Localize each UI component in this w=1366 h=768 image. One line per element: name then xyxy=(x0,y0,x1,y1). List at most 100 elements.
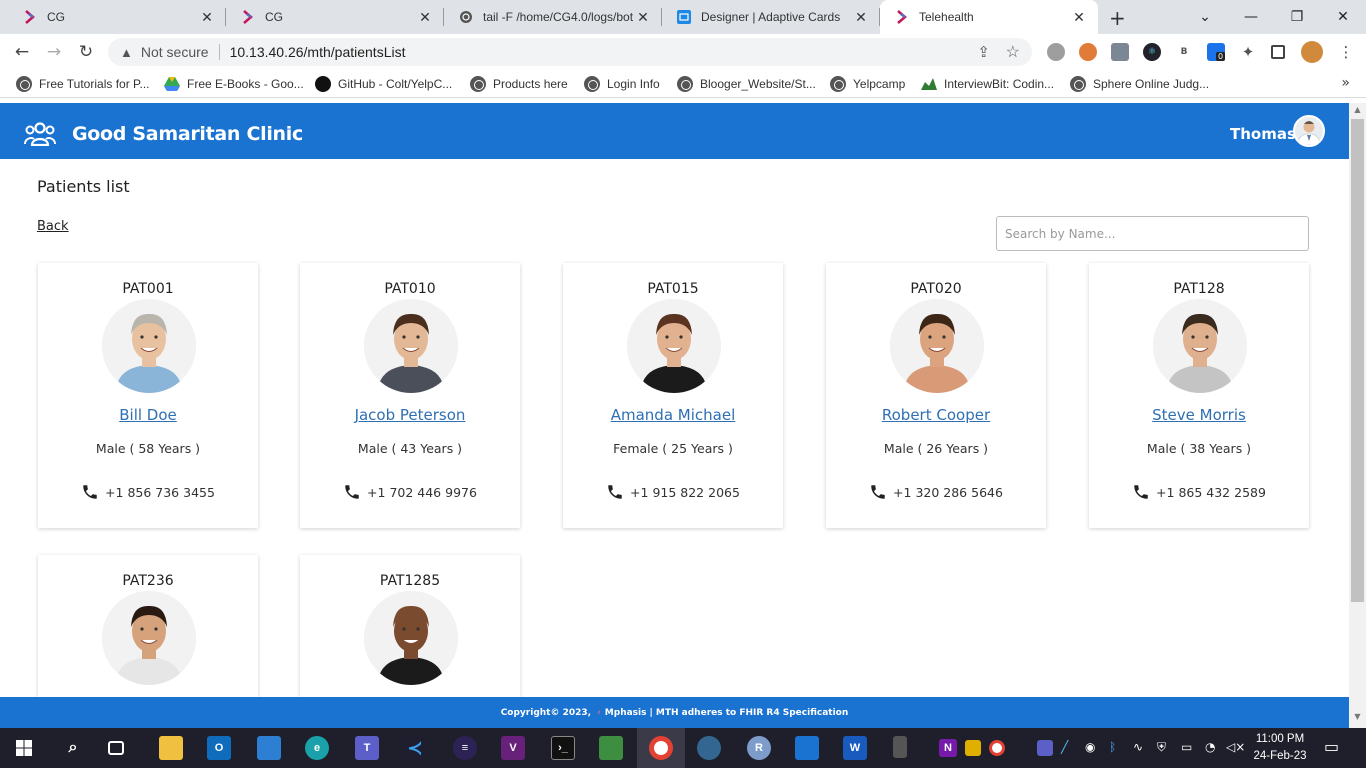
onenote-tray-icon[interactable]: N xyxy=(939,739,957,757)
bookmark-item[interactable]: Sphere Online Judg... xyxy=(1070,75,1209,93)
battery-icon[interactable]: ▭ xyxy=(1181,740,1192,754)
patient-card[interactable]: PAT015 Amanda Michael Female ( 25 Years ) +… xyxy=(563,263,783,528)
security-shield-icon[interactable] xyxy=(795,736,819,760)
user-name[interactable]: Thomas xyxy=(1230,125,1296,143)
address-bar[interactable]: ▲ Not secure 10.13.40.26/mth/patientsLis… xyxy=(108,38,1032,66)
maximize-button[interactable]: ❐ xyxy=(1274,0,1320,34)
page-scrollbar[interactable]: ▲ ▼ xyxy=(1349,103,1366,728)
shield-tray-icon[interactable]: ◉ xyxy=(1085,740,1095,754)
bookmark-item[interactable]: InterviewBit: Codin... xyxy=(921,75,1054,93)
patient-photo xyxy=(890,299,984,393)
scrollbar-thumb[interactable] xyxy=(1351,119,1364,602)
notification-icon[interactable]: ▭ xyxy=(1324,737,1339,756)
patient-phone: +1 702 446 9976 xyxy=(300,483,520,501)
back-link[interactable]: Back xyxy=(37,219,69,234)
search-icon[interactable]: ⌕ xyxy=(61,736,85,760)
bookmark-item[interactable]: Login Info xyxy=(584,75,660,93)
patient-name-link[interactable]: Steve Morris xyxy=(1089,406,1309,424)
eclipse-icon[interactable]: ≡ xyxy=(453,736,477,760)
patient-card[interactable]: PAT020 Robert Cooper Male ( 26 Years ) +1 3… xyxy=(826,263,1046,528)
menu-kebab-icon[interactable]: ⋮ xyxy=(1337,43,1355,61)
search-by-name-input[interactable] xyxy=(996,216,1309,251)
teams-tray-icon[interactable] xyxy=(1037,740,1053,756)
extension-b-icon[interactable]: B xyxy=(1175,43,1193,61)
chrome-tray-icon[interactable] xyxy=(989,740,1005,756)
patient-card[interactable]: PAT236 xyxy=(38,555,258,697)
patient-name-link[interactable]: Amanda Michael xyxy=(563,406,783,424)
share-icon[interactable]: ⇪ xyxy=(977,43,990,61)
close-tab-icon[interactable]: ✕ xyxy=(634,9,652,26)
back-arrow-icon[interactable]: ← xyxy=(12,42,32,62)
edge-icon[interactable]: e xyxy=(305,736,329,760)
browser-tab[interactable]: CG ✕ xyxy=(8,0,226,34)
profile-avatar-icon[interactable] xyxy=(1301,41,1323,63)
word-icon[interactable]: W xyxy=(843,736,867,760)
terminal-icon[interactable]: ›_ xyxy=(551,736,575,760)
minimize-button[interactable]: — xyxy=(1228,0,1274,34)
browser-tab[interactable]: CG ✕ xyxy=(226,0,444,34)
defender-tray-icon[interactable]: ⛨ xyxy=(1157,740,1166,755)
pen-tray-icon[interactable]: ╱ xyxy=(1061,740,1068,754)
security-label[interactable]: Not secure xyxy=(141,44,209,60)
outlook-icon[interactable]: O xyxy=(207,736,231,760)
close-tab-icon[interactable]: ✕ xyxy=(852,9,870,26)
scroll-up-arrow-icon[interactable]: ▲ xyxy=(1349,105,1366,119)
patient-name-link[interactable]: Robert Cooper xyxy=(826,406,1046,424)
patient-name-link[interactable]: Jacob Peterson xyxy=(300,406,520,424)
reload-icon[interactable]: ↻ xyxy=(76,42,96,62)
bookmark-item[interactable]: Free Tutorials for P... xyxy=(16,75,150,93)
tab-search-icon[interactable]: ⌄ xyxy=(1182,0,1228,34)
r-icon[interactable]: R xyxy=(747,736,771,760)
chart-app-icon[interactable] xyxy=(599,736,623,760)
close-window-button[interactable]: ✕ xyxy=(1320,0,1366,34)
close-tab-icon[interactable]: ✕ xyxy=(1070,9,1088,26)
bookmarks-overflow-icon[interactable]: » xyxy=(1341,75,1350,91)
bookmark-item[interactable]: Free E-Books - Goo... xyxy=(164,75,304,93)
patient-phone-number: +1 702 446 9976 xyxy=(367,484,477,500)
browser-tab[interactable]: Designer | Adaptive Cards ✕ xyxy=(662,0,880,34)
extension-orange-icon[interactable] xyxy=(1079,43,1097,61)
wifi-icon[interactable]: ◔ xyxy=(1205,740,1215,754)
patient-card[interactable]: PAT128 Steve Morris Male ( 38 Years ) +1 86… xyxy=(1089,263,1309,528)
remote-desktop-icon[interactable] xyxy=(257,736,281,760)
patient-phone: +1 320 286 5646 xyxy=(826,483,1046,501)
user-avatar[interactable] xyxy=(1293,115,1325,147)
extension-image-icon[interactable] xyxy=(1111,43,1129,61)
forward-arrow-icon[interactable]: → xyxy=(44,42,64,62)
bookmark-item[interactable]: Yelpcamp xyxy=(830,75,905,93)
chrome-icon[interactable] xyxy=(649,736,673,760)
browser-tab[interactable]: tail -F /home/CG4.0/logs/bot ✕ xyxy=(444,0,662,34)
system-clock[interactable]: 11:00 PM 24-Feb-23 xyxy=(1250,731,1310,765)
bookmark-item[interactable]: Products here xyxy=(470,75,568,93)
browser-tab[interactable]: Telehealth ✕ xyxy=(880,0,1098,34)
extension-grey-icon[interactable] xyxy=(1047,43,1065,61)
close-tab-icon[interactable]: ✕ xyxy=(416,9,434,26)
device-icon[interactable] xyxy=(893,736,907,758)
teams-icon[interactable]: T xyxy=(355,736,379,760)
extensions-puzzle-icon[interactable]: ✦ xyxy=(1239,43,1257,61)
react-devtools-icon[interactable]: ⚛ xyxy=(1143,43,1161,61)
pulse-tray-icon[interactable]: ∿ xyxy=(1133,740,1143,754)
bookmark-item[interactable]: Blooger_Website/St... xyxy=(677,75,816,93)
patient-name-link[interactable]: Bill Doe xyxy=(38,406,258,424)
url-text[interactable]: 10.13.40.26/mth/patientsList xyxy=(230,44,406,60)
new-tab-button[interactable]: + xyxy=(1109,6,1126,30)
visual-studio-icon[interactable]: V xyxy=(501,736,525,760)
side-panel-icon[interactable] xyxy=(1271,45,1285,59)
bluetooth-icon[interactable]: ᛒ xyxy=(1109,740,1116,754)
vscode-icon[interactable]: ≺ xyxy=(403,736,427,760)
tray-yellow-icon[interactable] xyxy=(965,740,981,756)
patient-card[interactable]: PAT001 Bill Doe Male ( 58 Years ) +1 856 73… xyxy=(38,263,258,528)
postgres-icon[interactable] xyxy=(697,736,721,760)
extension-badge-icon[interactable]: 0 xyxy=(1207,43,1226,61)
windows-start-icon[interactable] xyxy=(16,740,32,756)
patient-card[interactable]: PAT010 Jacob Peterson Male ( 43 Years ) +1 … xyxy=(300,263,520,528)
file-explorer-icon[interactable] xyxy=(159,736,183,760)
task-view-icon[interactable] xyxy=(108,741,124,755)
scroll-down-arrow-icon[interactable]: ▼ xyxy=(1349,712,1366,726)
close-tab-icon[interactable]: ✕ xyxy=(198,9,216,26)
volume-muted-icon[interactable]: ◁× xyxy=(1226,740,1245,754)
bookmark-star-icon[interactable]: ☆ xyxy=(1006,42,1020,62)
patient-card[interactable]: PAT1285 xyxy=(300,555,520,697)
bookmark-item[interactable]: GitHub - Colt/YelpC... xyxy=(315,75,452,93)
